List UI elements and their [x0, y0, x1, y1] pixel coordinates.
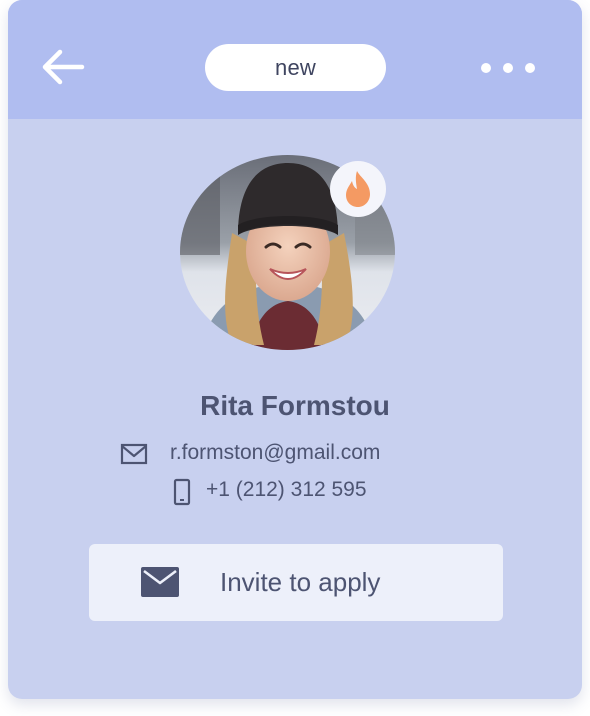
- email-text[interactable]: r.formston@gmail.com: [170, 439, 380, 467]
- candidate-name: Rita Formstou: [200, 390, 390, 421]
- back-button[interactable]: [38, 42, 88, 92]
- status-badge: new: [205, 44, 386, 91]
- mobile-phone-icon: [173, 478, 191, 506]
- arrow-left-icon: [42, 49, 85, 85]
- invite-to-apply-button[interactable]: Invite to apply: [89, 544, 503, 621]
- invite-button-label: Invite to apply: [220, 567, 381, 597]
- fire-icon: [346, 171, 370, 207]
- envelope-icon: [141, 567, 179, 597]
- envelope-icon: [120, 443, 148, 465]
- more-options-button[interactable]: [472, 52, 544, 84]
- card-header: new: [8, 0, 582, 119]
- hot-candidate-badge: [330, 161, 386, 217]
- candidate-card: new Rita Formstou r.formston@gmail.com +…: [8, 0, 582, 699]
- profile-avatar-group: [180, 155, 395, 350]
- phone-text[interactable]: +1 (212) 312 595: [206, 476, 367, 504]
- more-horizontal-icon: [481, 63, 491, 73]
